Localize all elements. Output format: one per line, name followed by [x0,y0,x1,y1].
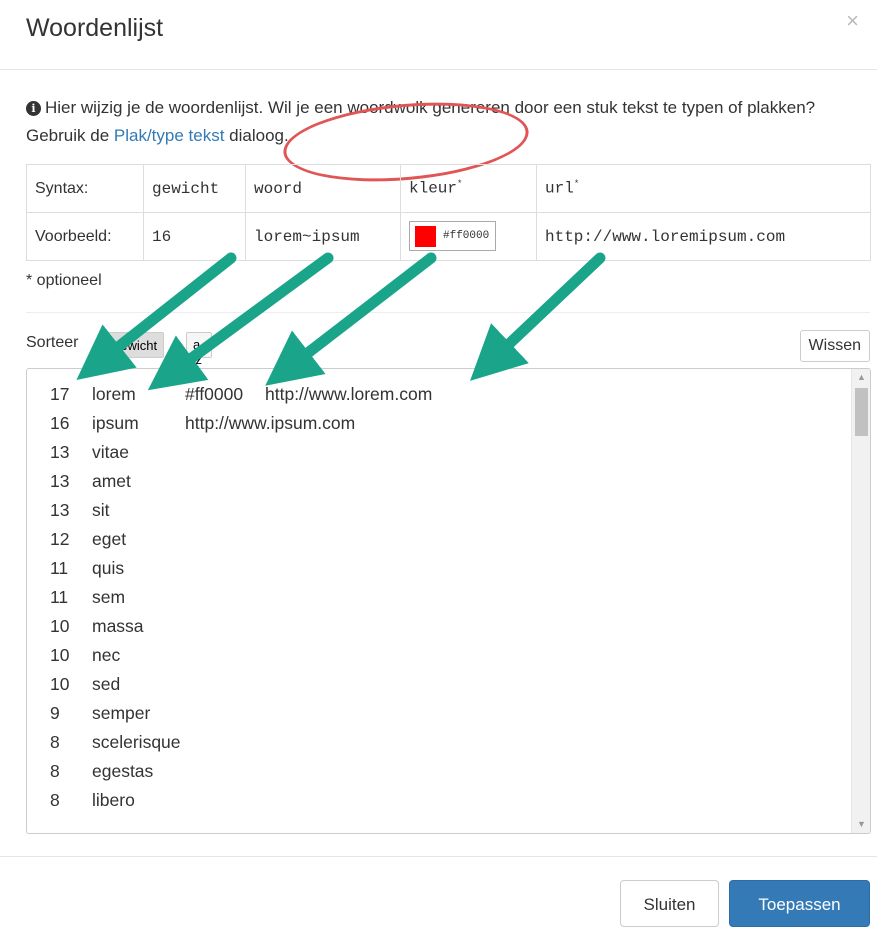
word-text: vitae [92,442,129,462]
word-text: libero [92,790,135,810]
clear-button[interactable]: Wissen [799,330,870,362]
syntax-table: Syntax: gewicht woord kleur* url* Voorbe… [26,164,871,261]
scroll-up-icon[interactable]: ▲ [852,369,870,386]
word-text: egestas [92,761,154,781]
example-weight: 16 [143,212,246,261]
word-weight: 8 [50,732,60,752]
close-icon[interactable]: × [846,10,859,32]
example-word: lorem~ipsum [245,212,401,261]
word-weight: 12 [50,529,70,549]
word-text: scelerisque [92,732,181,752]
scroll-down-icon[interactable]: ▼ [852,816,870,833]
word-weight: 13 [50,442,70,462]
optional-marker: * [573,179,580,190]
word-weight: 8 [50,761,60,781]
intro-text: i Hier wijzig je de woordenlijst. Wil je … [26,94,846,150]
sort-label: Sorteer [26,334,79,351]
word-color: #ff0000 [185,384,244,404]
dialog-header: Woordenlijst × [0,0,877,70]
word-weight: 10 [50,645,70,665]
annotation-arrow [265,252,437,386]
word-text: quis [92,558,125,578]
optional-note: * optioneel [26,272,102,289]
example-row: Voorbeeld: 16 lorem~ipsum #ff0000 http:/… [26,212,871,261]
syntax-url: url* [536,164,871,213]
word-weight: 17 [50,384,70,404]
syntax-url-label: url [545,179,574,198]
word-list-textarea[interactable]: 8 libero 8 egestas 8 scelerisque 9 semper 10 sed 1… [26,368,871,834]
word-weight: 16 [50,413,70,433]
annotation-arrow [470,252,606,381]
divider [26,312,870,313]
word-text: sit [92,500,110,520]
syntax-word: woord [245,164,401,213]
word-text: massa [92,616,144,636]
color-picker[interactable]: #ff0000 [409,221,497,252]
intro-text-after: dialoog. [224,126,289,145]
optional-marker: * [457,179,463,190]
color-swatch [415,225,436,247]
word-text: nec [92,645,121,665]
word-weight: 13 [50,471,70,491]
footer-divider [0,856,877,857]
scrollbar[interactable]: ▲ ▼ [851,369,870,833]
word-text: semper [92,703,151,723]
example-label: Voorbeeld: [26,212,144,261]
paste-text-link[interactable]: Plak/type tekst [114,126,225,145]
word-url: http://www.lorem.com [265,384,433,404]
word-text: amet [92,471,131,491]
word-text: eget [92,529,127,549]
word-weight: 11 [50,587,69,607]
syntax-color: kleur* [400,164,537,213]
syntax-label: Syntax: [26,164,144,213]
word-text: sed [92,674,121,694]
word-weight: 10 [50,674,70,694]
sort-weight-button[interactable]: gewicht [106,332,165,358]
word-text: lorem [92,384,136,404]
example-url: http://www.loremipsum.com [536,212,871,261]
close-button[interactable]: Sluiten [620,880,719,927]
sort-alpha-button[interactable]: a-z [186,332,212,367]
color-code: #ff0000 [443,230,490,243]
syntax-weight: gewicht [143,164,246,213]
word-text: sem [92,587,126,607]
word-weight: 9 [50,703,60,723]
word-url: http://www.ipsum.com [185,413,356,433]
scroll-thumb[interactable] [855,388,868,436]
apply-button[interactable]: Toepassen [729,880,870,927]
word-weight: 13 [50,500,70,520]
dialog-title: Woordenlijst [26,14,164,42]
word-weight: 8 [50,790,60,810]
word-weight: 11 [50,558,69,578]
word-text: ipsum [92,413,139,433]
syntax-row: Syntax: gewicht woord kleur* url* [26,164,871,213]
syntax-color-label: kleur [409,179,458,198]
example-color-cell: #ff0000 [400,212,537,261]
info-circle-icon: i [26,101,41,116]
word-weight: 10 [50,616,70,636]
